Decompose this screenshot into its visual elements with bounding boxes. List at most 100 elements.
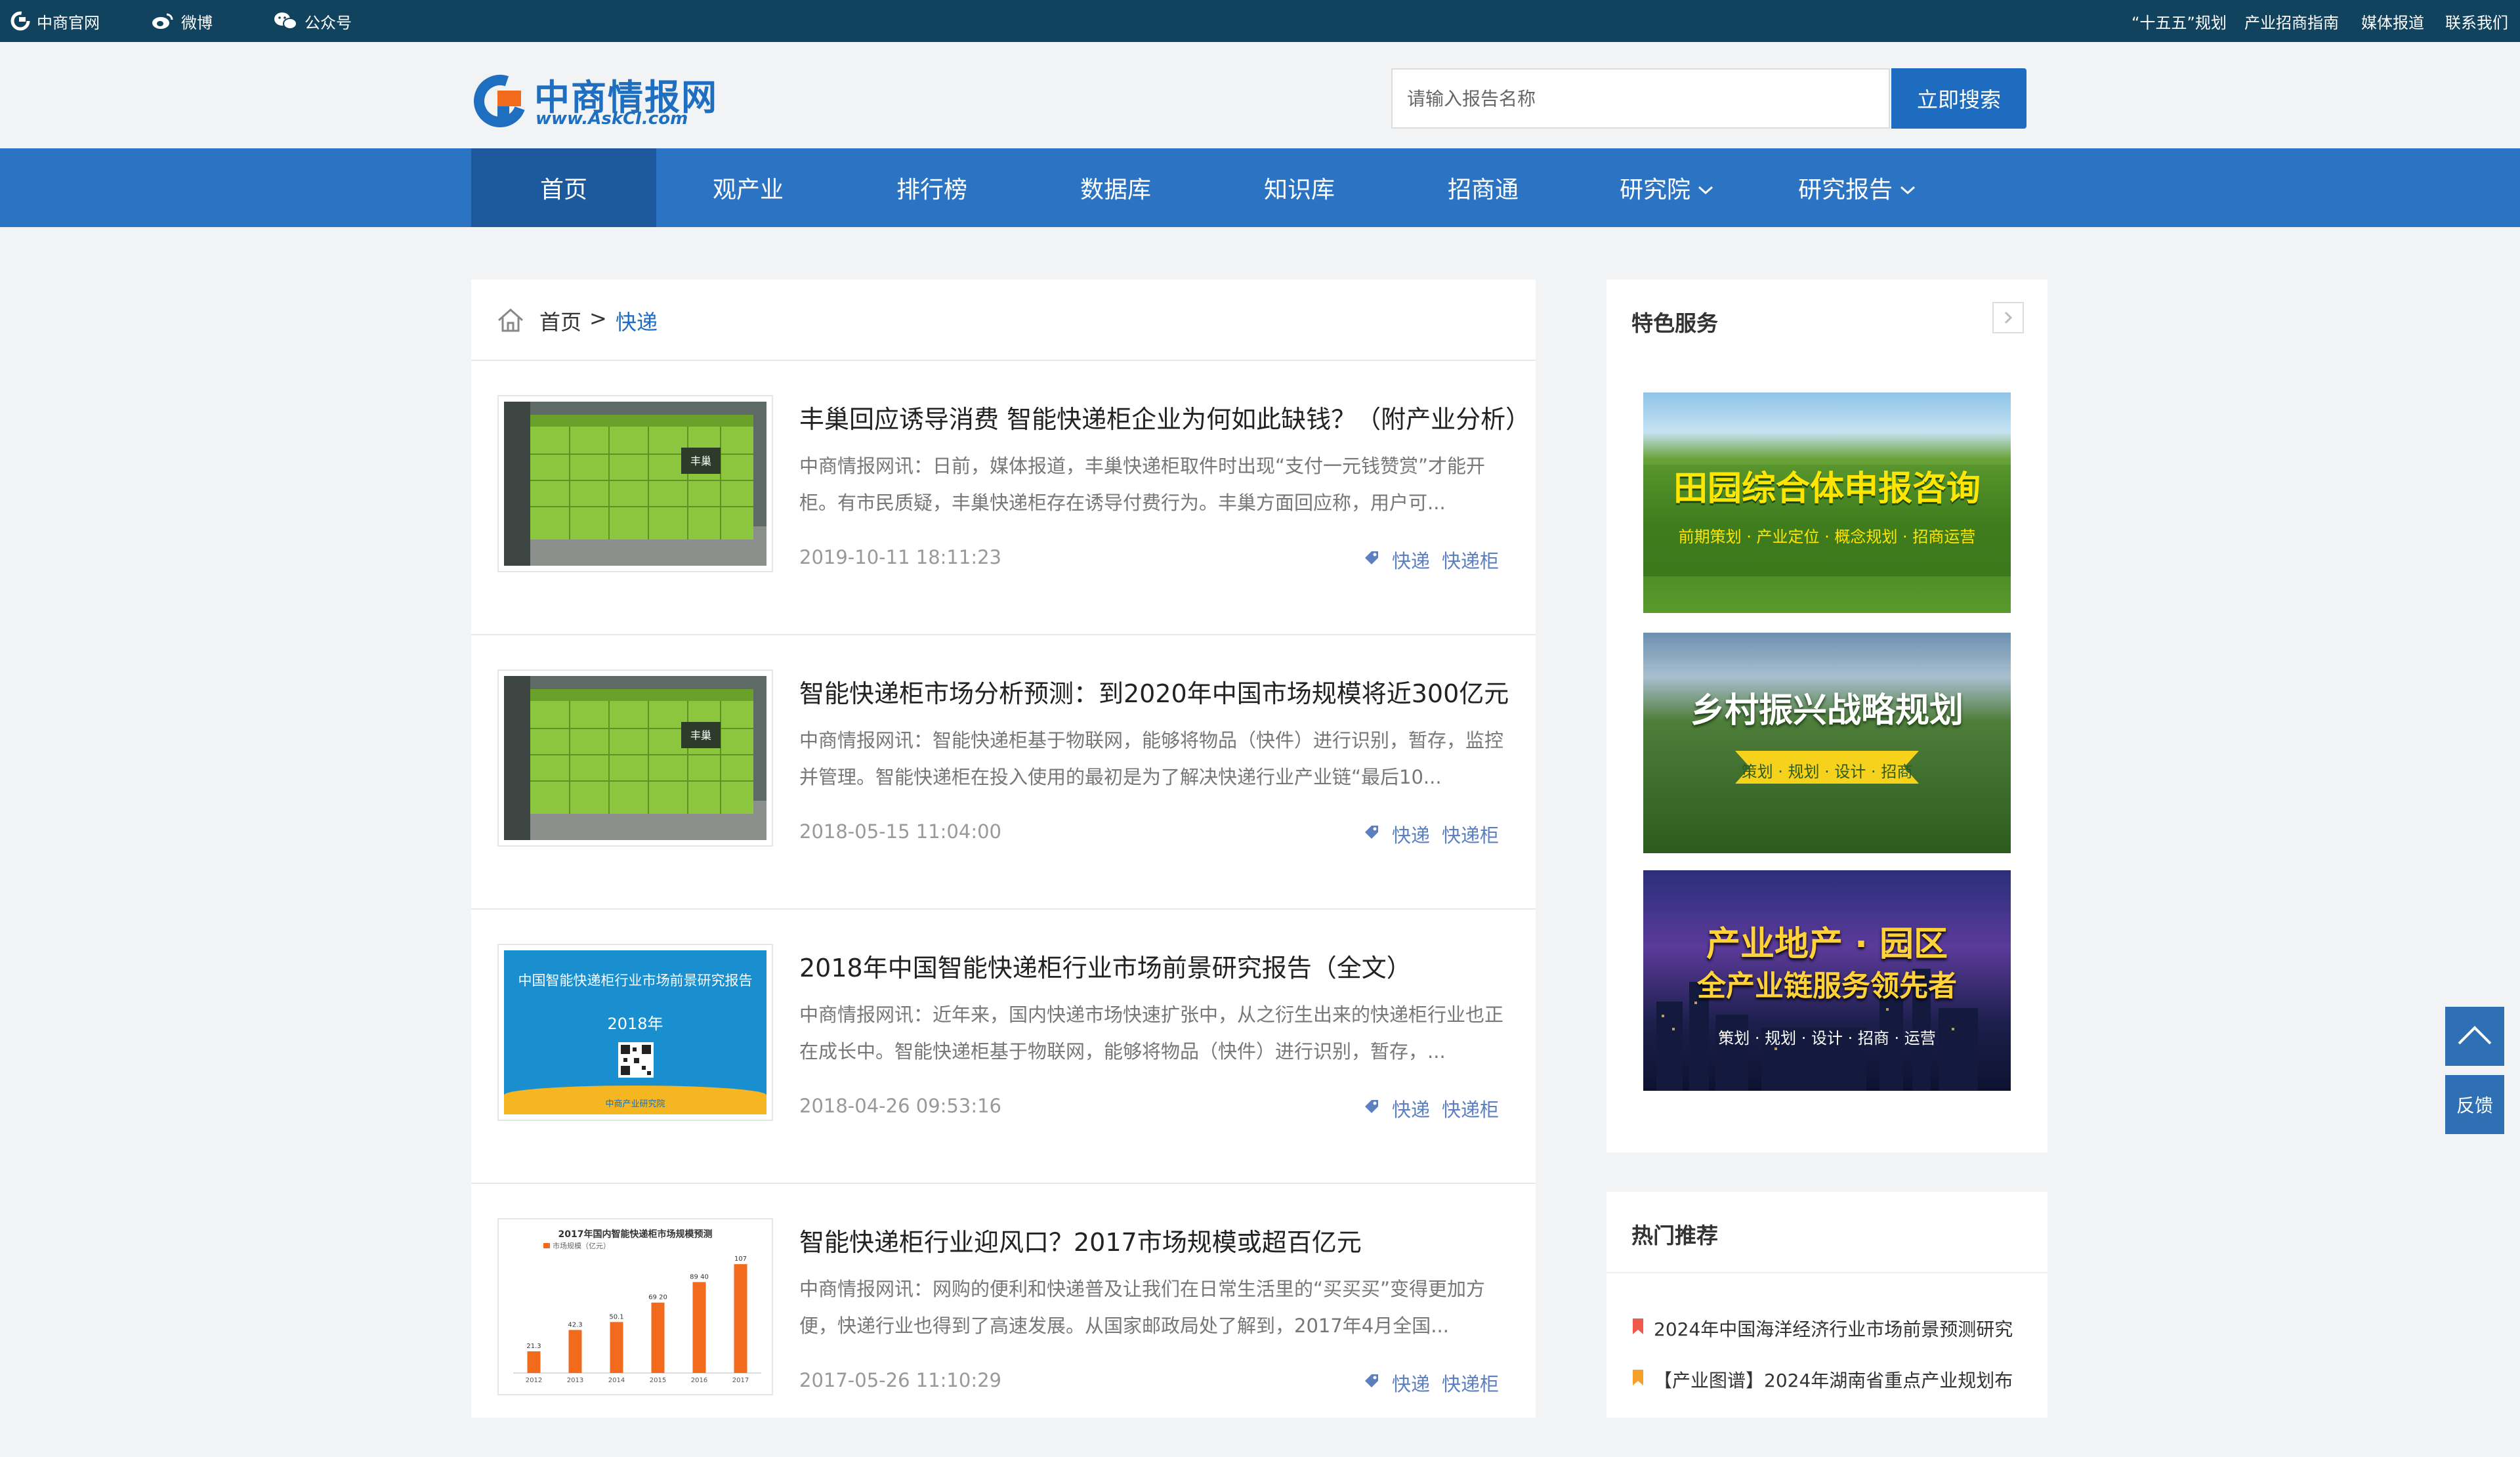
nav-item-rankings[interactable]: 排行榜	[840, 148, 1024, 227]
topbar-link-wechat[interactable]: 公众号	[273, 0, 352, 42]
report-cover: 中国智能快递柜行业市场前景研究报告 2018年 中商产业研究院	[504, 950, 766, 1114]
header: 中商情报网 www.AskCI.com 立即搜索	[0, 42, 2520, 148]
topbar-link-weibo[interactable]: 微博	[151, 0, 213, 42]
search-button[interactable]: 立即搜索	[1891, 68, 2026, 129]
banner-industrial-park[interactable]: 产业地产 · 园区 全产业链服务领先者 策划 · 规划 · 设计 · 招商 · …	[1643, 870, 2011, 1091]
nav-item-industry[interactable]: 观产业	[656, 148, 840, 227]
data-label: 69 20	[648, 1294, 667, 1301]
article-tags: 快递 快递柜	[1363, 1095, 1499, 1122]
feedback-button[interactable]: 反馈	[2445, 1075, 2504, 1134]
tag-icon	[1363, 1372, 1380, 1394]
article-title[interactable]: 智能快递柜行业迎风口？2017市场规模或超百亿元	[799, 1222, 1362, 1258]
feedback-label: 反馈	[2456, 1095, 2493, 1116]
tag-link[interactable]: 快递	[1392, 1095, 1430, 1122]
nav-item-database[interactable]: 数据库	[1024, 148, 1208, 227]
banner-title: 乡村振兴战略规划	[1690, 691, 1964, 730]
nav-item-label: 知识库	[1263, 177, 1335, 203]
nav-item-label: 研究院	[1619, 177, 1690, 203]
mini-bar-chart: 2017年国内智能快递柜市场规模预测 市场规模（亿元） 21.3 2012 42.3…	[504, 1225, 766, 1389]
article-title[interactable]: 智能快递柜市场分析预测：到2020年中国市场规模将近300亿元	[799, 673, 1509, 709]
topbar-link-official-site[interactable]: 中商官网	[10, 0, 100, 42]
banner-rural-revitalization[interactable]: 乡村振兴战略规划 策划 · 规划 · 设计 · 招商	[1643, 633, 2011, 853]
tick-label: 2012	[526, 1377, 542, 1384]
nav-item-home[interactable]: 首页	[471, 148, 656, 227]
tag-link[interactable]: 快递	[1392, 1369, 1430, 1397]
bookmark-icon	[1631, 1317, 1645, 1340]
search-input[interactable]	[1391, 68, 1890, 129]
nav-item-label: 研究报告	[1797, 177, 1893, 203]
hot-item[interactable]: 【产业图谱】2024年湖南省重点产业规划布	[1631, 1366, 2025, 1393]
data-label: 107	[734, 1256, 747, 1263]
article-title[interactable]: 丰巢回应诱导消费 智能快递柜企业为何如此缺钱？（附产业分析）	[799, 399, 1530, 435]
article-summary: 中商情报网讯：近年来，国内快递市场快速扩张中，从之衍生出来的快递柜行业也正在成长…	[799, 1003, 1504, 1063]
topbar-link-label: 产业招商指南	[2244, 13, 2339, 32]
site-logo-icon	[10, 11, 30, 31]
nav-item-investment[interactable]: 招商通	[1391, 148, 1575, 227]
back-to-top-button[interactable]	[2445, 1007, 2504, 1066]
nav-item-reports[interactable]: 研究报告	[1759, 148, 1956, 227]
banner-rural-complex[interactable]: 田园综合体申报咨询 前期策划 · 产业定位 · 概念规划 · 招商运营	[1643, 392, 2011, 613]
data-label: 50.1	[609, 1313, 623, 1320]
bar	[610, 1322, 623, 1373]
data-label: 21.3	[526, 1343, 541, 1350]
article-title[interactable]: 2018年中国智能快递柜行业市场前景研究报告（全文）	[799, 948, 1412, 984]
special-services-panel: 特色服务 田园综合体申报咨询 前期策划 · 产业定位 · 概念规划 · 招商运营…	[1606, 280, 2048, 1152]
topbar-link-contact[interactable]: 联系我们	[2445, 0, 2508, 42]
tag-link[interactable]: 快递	[1392, 546, 1430, 574]
tag-link[interactable]: 快递柜	[1442, 546, 1499, 574]
nav-item-label: 观产业	[712, 177, 784, 203]
nav-item-label: 首页	[539, 177, 587, 203]
banner-title: 产业地产 · 园区	[1706, 925, 1948, 964]
chevron-down-icon	[1899, 175, 1916, 201]
article-tags: 快递 快递柜	[1363, 1369, 1499, 1397]
breadcrumb: 首页 > 快递	[471, 280, 1536, 361]
hot-item[interactable]: 2024年中国海洋经济行业市场前景预测研究	[1631, 1315, 2025, 1341]
banner-subtitle: 策划 · 规划 · 设计 · 招商	[1741, 763, 1913, 781]
main-nav: 首页 观产业 排行榜 数据库 知识库 招商通 研究院 研究报告	[0, 148, 2520, 227]
bar	[568, 1330, 582, 1373]
banner-title: 田园综合体申报咨询	[1673, 469, 1981, 509]
data-label: 42.3	[568, 1321, 582, 1328]
article-thumbnail[interactable]: 丰巢	[497, 669, 773, 847]
article-date: 2018-05-15 11:04:00	[799, 820, 1001, 843]
article-summary: 中商情报网讯：网购的便利和快递普及让我们在日常生活里的“买买买”变得更加方便，快…	[799, 1278, 1486, 1337]
breadcrumb-home[interactable]: 首页	[539, 306, 581, 336]
bar	[692, 1282, 706, 1373]
tag-link[interactable]: 快递柜	[1442, 820, 1499, 848]
topbar-link-media[interactable]: 媒体报道	[2361, 0, 2424, 42]
article-thumbnail[interactable]: 2017年国内智能快递柜市场规模预测 市场规模（亿元） 21.3 2012 42.3…	[497, 1218, 773, 1395]
nav-item-institute[interactable]: 研究院	[1575, 148, 1759, 227]
wechat-icon	[273, 11, 298, 31]
chevron-right-icon[interactable]	[1992, 302, 2024, 333]
home-icon[interactable]	[496, 307, 525, 339]
topbar-link-label: 公众号	[304, 13, 352, 32]
top-bar: 中商官网 微博 公众号 “十五五”规划 产业招商指南 媒体报道 联系我们	[0, 0, 2520, 42]
tick-label: 2017	[732, 1377, 749, 1384]
article-thumbnail[interactable]: 丰巢	[497, 395, 773, 572]
tag-link[interactable]: 快递柜	[1442, 1369, 1499, 1397]
section-title: 热门推荐	[1631, 1223, 1718, 1248]
article-thumbnail[interactable]: 中国智能快递柜行业市场前景研究报告 2018年 中商产业研究院	[497, 944, 773, 1121]
nav-item-label: 招商通	[1447, 177, 1519, 203]
topbar-link-investment-guide[interactable]: 产业招商指南	[2244, 0, 2339, 42]
site-logo[interactable]: 中商情报网 www.AskCI.com	[471, 68, 717, 134]
tag-link[interactable]: 快递柜	[1442, 1095, 1499, 1122]
back-to-top-icon	[2456, 1024, 2493, 1049]
cover-title: 中国智能快递柜行业市场前景研究报告	[518, 973, 753, 988]
topbar-link-label: 媒体报道	[2361, 13, 2424, 32]
banner-title-line2: 全产业链服务领先者	[1697, 969, 1957, 1003]
article-list-panel: 首页 > 快递 丰巢 丰巢回应诱导消费 智能快递柜企业为何如此缺钱？（附产业分析…	[471, 280, 1536, 1418]
tag-link[interactable]: 快递	[1392, 820, 1430, 848]
hot-recommend-panel: 热门推荐 2024年中国海洋经济行业市场前景预测研究 【产业图谱】2024年湖南…	[1606, 1192, 2048, 1418]
topbar-link-plan[interactable]: “十五五”规划	[2132, 0, 2227, 42]
topbar-link-label: 中商官网	[37, 13, 100, 32]
article-tags: 快递 快递柜	[1363, 820, 1499, 848]
bookmark-icon	[1631, 1368, 1645, 1391]
topbar-link-label: “十五五”规划	[2132, 13, 2227, 32]
nav-item-knowledge[interactable]: 知识库	[1208, 148, 1391, 227]
breadcrumb-current[interactable]: 快递	[616, 306, 658, 336]
tag-icon	[1363, 823, 1380, 845]
article-item: 2017年国内智能快递柜市场规模预测 市场规模（亿元） 21.3 2012 42.3…	[471, 1184, 1536, 1457]
article-item: 丰巢 丰巢回应诱导消费 智能快递柜企业为何如此缺钱？（附产业分析） 中商情报网讯…	[471, 361, 1536, 635]
article-date: 2017-05-26 11:10:29	[799, 1369, 1001, 1391]
